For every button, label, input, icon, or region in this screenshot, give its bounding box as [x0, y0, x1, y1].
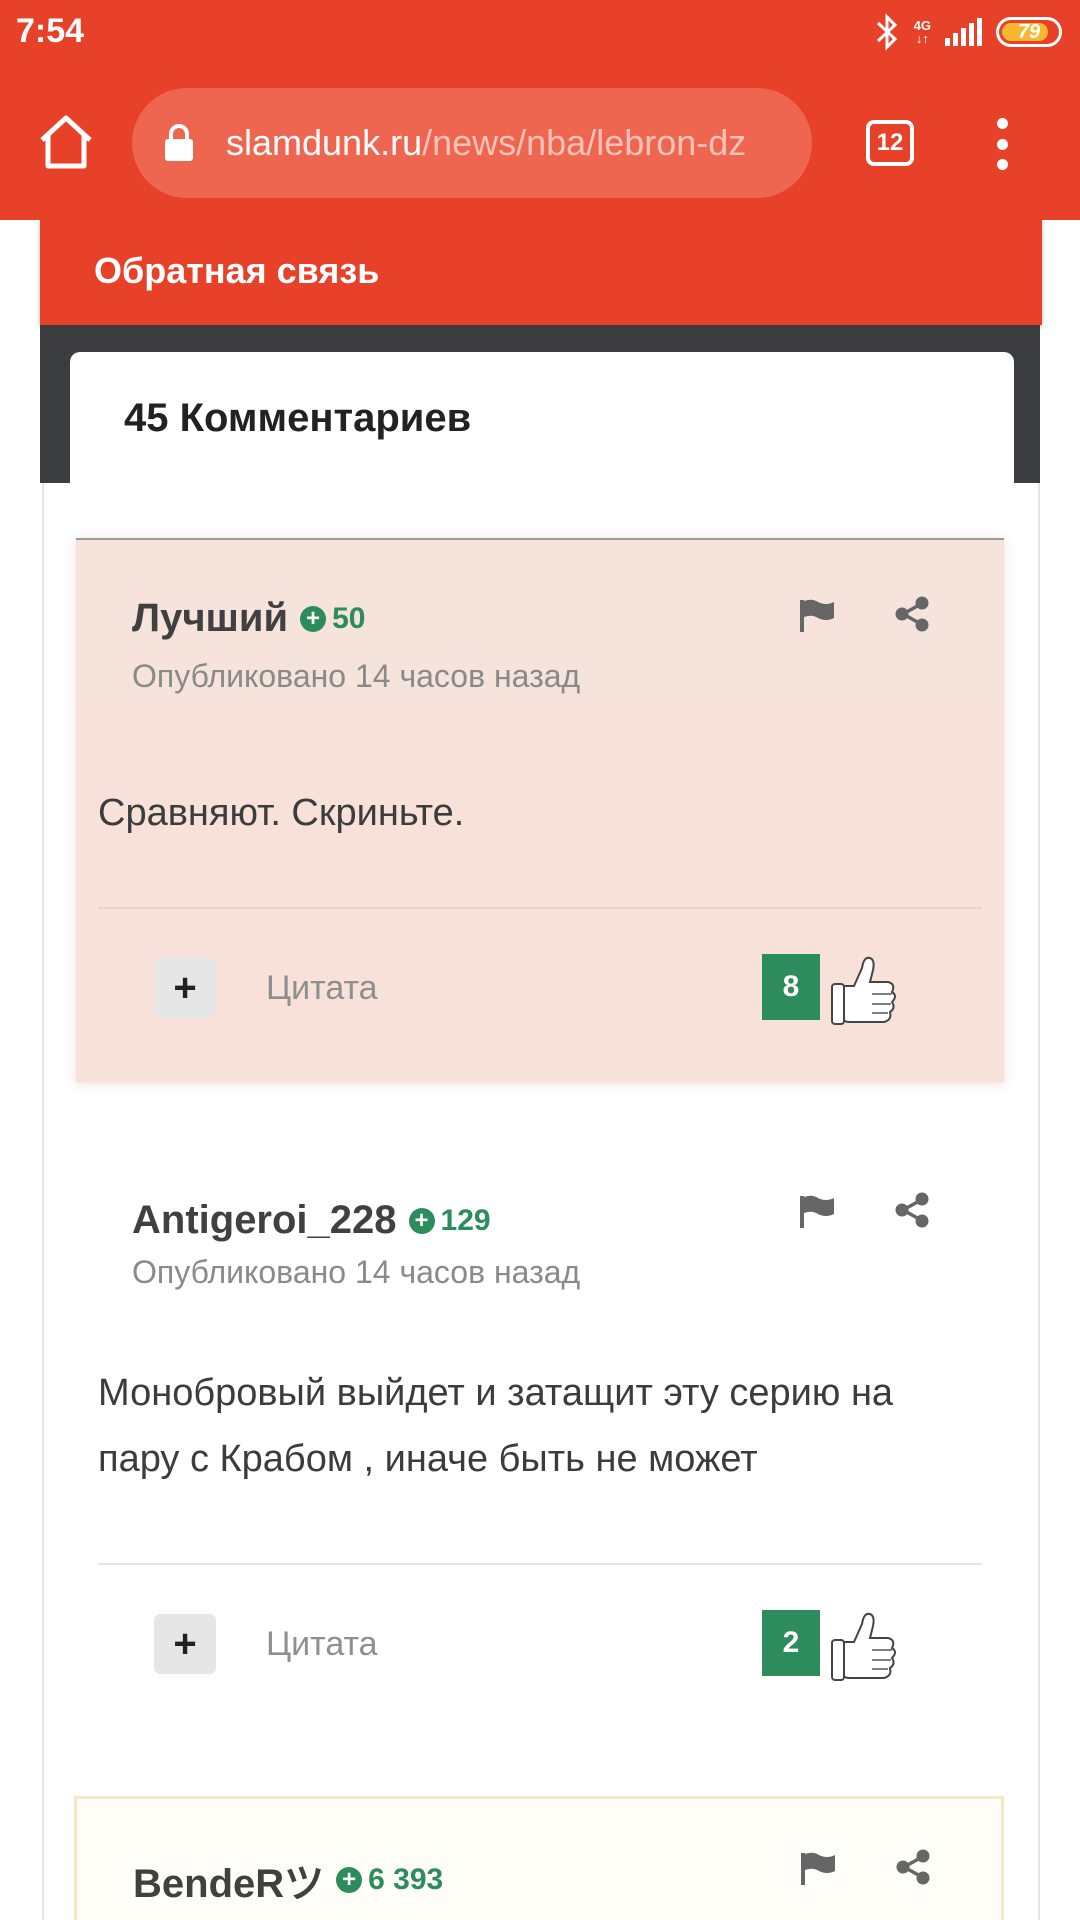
- author-rating: + 50: [300, 602, 365, 636]
- plus-button[interactable]: +: [154, 1614, 216, 1674]
- comment-author[interactable]: BendeRツ + 6 393: [133, 1851, 443, 1909]
- comment-item: BendeRツ + 6 393: [74, 1796, 1004, 1920]
- plus-circle-icon: +: [336, 1867, 363, 1893]
- battery-level: 79: [1017, 20, 1041, 43]
- status-bar: 7:54 4G ↓↑ 79: [0, 0, 1080, 68]
- thumbs-up-icon[interactable]: [828, 950, 898, 1026]
- comment-author[interactable]: Лучший + 50: [132, 596, 365, 641]
- share-icon[interactable]: [894, 1192, 930, 1228]
- comment-text: Монобровый выйдет и затащит эту серию на…: [98, 1372, 894, 1480]
- status-icons: 4G ↓↑ 79: [874, 12, 1062, 52]
- url-domain: slamdunk.ru: [226, 122, 423, 163]
- comments-header: 45 Комментариев: [70, 352, 1014, 484]
- author-rating: + 6 393: [336, 1863, 443, 1897]
- author-rating: + 129: [408, 1204, 491, 1238]
- home-icon[interactable]: [36, 112, 96, 172]
- tab-count: 12: [876, 129, 904, 156]
- feedback-button[interactable]: Обратная связь: [40, 220, 1042, 325]
- comment-published: Опубликовано 14 часов назад: [132, 658, 581, 694]
- comment-item: Antigeroi_228 + 129 Опубликовано 14 часо…: [76, 1120, 1004, 1682]
- flag-icon[interactable]: [798, 598, 836, 632]
- feedback-label: Обратная связь: [94, 250, 380, 291]
- browser-toolbar: slamdunk.ru /news/nba/lebron-dz 12: [0, 68, 1080, 220]
- share-icon[interactable]: [894, 596, 930, 632]
- comment-text: Сравняют. Скриньте.: [98, 792, 465, 834]
- thumbs-up-icon[interactable]: [828, 1606, 898, 1682]
- quote-button[interactable]: Цитата: [266, 969, 378, 1008]
- plus-circle-icon: +: [408, 1207, 435, 1234]
- comment-author[interactable]: Antigeroi_228 + 129: [132, 1198, 491, 1243]
- share-icon[interactable]: [895, 1849, 931, 1885]
- plus-button[interactable]: +: [154, 958, 216, 1018]
- status-time: 7:54: [16, 12, 85, 50]
- likes-count: 2: [762, 1610, 820, 1676]
- url-path: /news/nba/lebron-dz: [422, 122, 747, 163]
- quote-button[interactable]: Цитата: [266, 1625, 378, 1664]
- bluetooth-icon: [876, 13, 897, 51]
- tabs-icon[interactable]: 12: [866, 120, 914, 166]
- signal-icon: [945, 18, 982, 46]
- battery-icon: 79: [996, 17, 1062, 47]
- flag-icon[interactable]: [798, 1194, 836, 1228]
- plus-circle-icon: +: [300, 605, 327, 632]
- network-type: 4G ↓↑: [913, 18, 931, 46]
- comment-published: Опубликовано 14 часов назад: [132, 1254, 581, 1290]
- likes-count: 8: [762, 954, 820, 1020]
- flag-icon[interactable]: [799, 1851, 837, 1885]
- best-comment: Лучший + 50 Опубликовано 14 часов назад …: [76, 538, 1004, 1082]
- more-icon[interactable]: [992, 118, 1012, 170]
- lock-icon: [165, 124, 193, 161]
- address-bar[interactable]: slamdunk.ru /news/nba/lebron-dz: [132, 88, 812, 198]
- comments-title: 45 Комментариев: [124, 396, 472, 440]
